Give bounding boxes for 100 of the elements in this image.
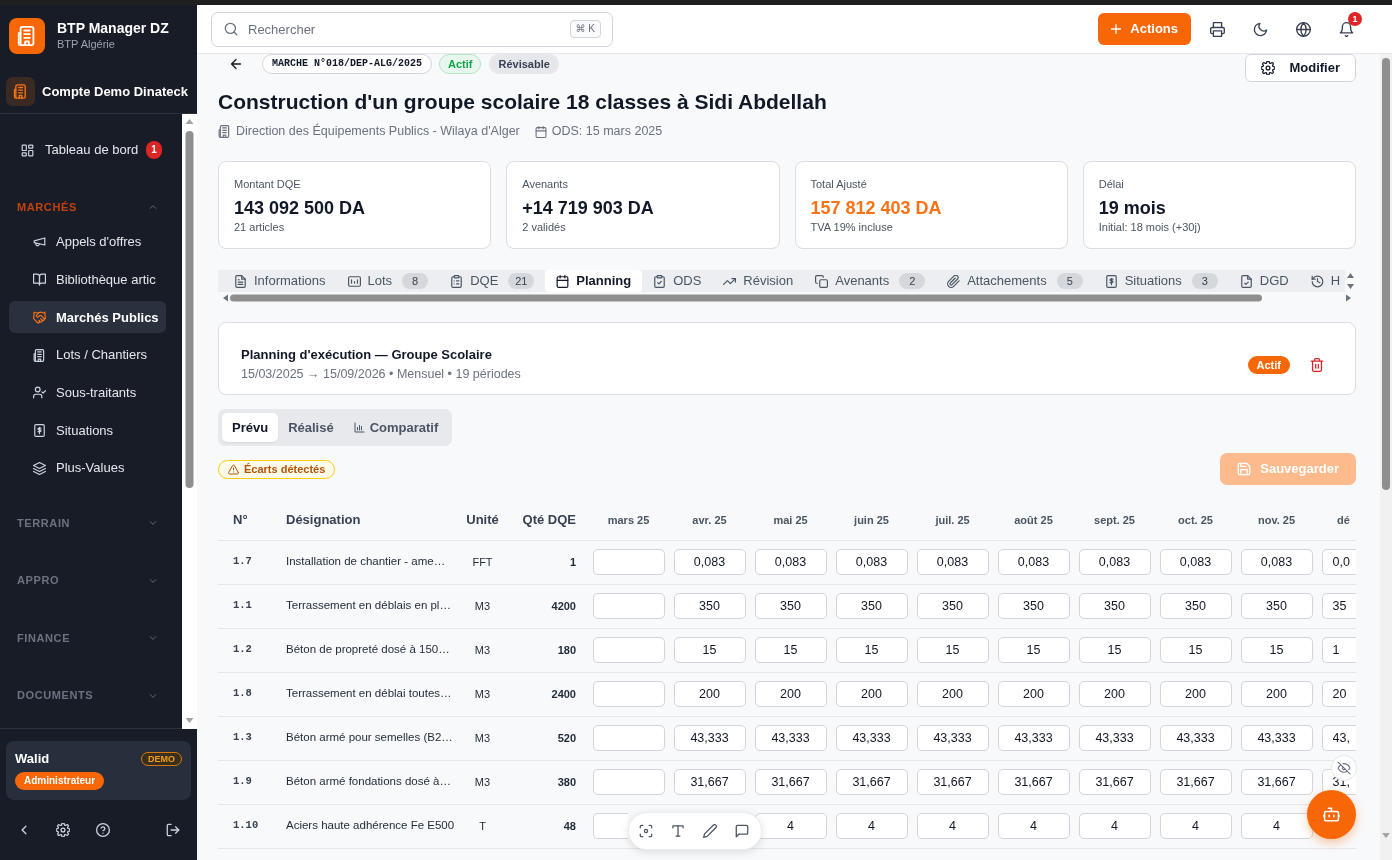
input-field[interactable]: 200 <box>835 681 908 707</box>
input-field[interactable]: 200 <box>754 681 827 707</box>
input-field[interactable]: 4 <box>1078 813 1151 839</box>
input-field[interactable]: 31,667 <box>1240 769 1313 795</box>
input-field[interactable]: 0,083 <box>1240 549 1313 575</box>
input-field[interactable]: 43,333 <box>1159 725 1232 751</box>
input-field[interactable]: 200 <box>916 681 989 707</box>
input-field[interactable]: 200 <box>673 681 746 707</box>
input-field[interactable]: 0,0 <box>1321 549 1356 575</box>
bell-icon[interactable] <box>1338 21 1354 37</box>
section-header[interactable]: DOCUMENTS <box>0 685 182 706</box>
assistant-button[interactable] <box>1307 790 1356 839</box>
tab[interactable]: Avenants 2 <box>804 270 937 292</box>
back-arrow-icon[interactable] <box>229 57 243 71</box>
input-field[interactable]: 4 <box>997 813 1070 839</box>
globe-icon[interactable] <box>1295 21 1311 37</box>
input-field[interactable]: 43,333 <box>997 725 1070 751</box>
input-field[interactable]: 4 <box>835 813 908 839</box>
input-field[interactable]: 200 <box>997 681 1070 707</box>
input-field[interactable]: 200 <box>1078 681 1151 707</box>
sidebar-item[interactable]: Appels d'offres <box>9 226 166 258</box>
input-field[interactable]: 15 <box>997 637 1070 663</box>
tab[interactable]: Révision <box>712 270 805 292</box>
select-icon[interactable] <box>639 824 653 838</box>
input-field[interactable]: 15 <box>835 637 908 663</box>
input-field[interactable]: 31,667 <box>835 769 908 795</box>
input-field[interactable]: 43,333 <box>673 725 746 751</box>
input-field[interactable]: 15 <box>1159 637 1232 663</box>
input-field[interactable]: 31,667 <box>754 769 827 795</box>
delete-icon[interactable] <box>1310 357 1324 372</box>
sidebar-item[interactable]: Plus-Values <box>9 452 166 485</box>
input-field[interactable] <box>592 593 665 619</box>
tab[interactable]: Lots 8 <box>336 270 440 292</box>
input-field[interactable]: 0,083 <box>997 549 1070 575</box>
input-field[interactable]: 15 <box>1240 637 1313 663</box>
input-field[interactable]: 20 <box>1321 681 1356 707</box>
sidebar-item[interactable]: Situations <box>9 414 166 447</box>
edit-button[interactable]: Modifier <box>1245 54 1356 82</box>
logout-icon[interactable] <box>166 823 180 837</box>
input-field[interactable]: 43,333 <box>835 725 908 751</box>
input-field[interactable]: 15 <box>916 637 989 663</box>
input-field[interactable] <box>592 769 665 795</box>
moon-icon[interactable] <box>1252 21 1268 37</box>
input-field[interactable]: 4 <box>1240 813 1313 839</box>
sidebar-item[interactable]: Marchés Publics <box>9 301 166 334</box>
view-tab[interactable]: Prévu <box>222 413 279 442</box>
input-field[interactable]: 0,083 <box>1159 549 1232 575</box>
view-tab[interactable]: Comparatif <box>343 413 449 442</box>
input-field[interactable]: 4 <box>1159 813 1232 839</box>
input-field[interactable]: 43, <box>1321 725 1356 751</box>
input-field[interactable]: 200 <box>1240 681 1313 707</box>
tab[interactable]: Situations 3 <box>1093 270 1229 292</box>
tab[interactable]: DGD <box>1228 270 1300 292</box>
input-field[interactable]: 43,333 <box>916 725 989 751</box>
tab[interactable]: Planning <box>545 270 643 292</box>
text-icon[interactable] <box>671 824 685 838</box>
input-field[interactable]: 350 <box>754 593 827 619</box>
sidebar-item[interactable]: Sous-traitants <box>9 376 166 409</box>
comment-icon[interactable] <box>735 824 749 838</box>
input-field[interactable]: 1 <box>1321 637 1356 663</box>
sidebar-item[interactable]: Lots / Chantiers <box>9 339 166 372</box>
input-field[interactable]: 350 <box>1240 593 1313 619</box>
scroll-arrows-icon[interactable] <box>1345 270 1356 292</box>
settings-icon[interactable] <box>56 823 70 837</box>
pencil-icon[interactable] <box>703 824 717 838</box>
input-field[interactable]: 0,083 <box>1078 549 1151 575</box>
input-field[interactable]: 350 <box>916 593 989 619</box>
input-field[interactable]: 31,667 <box>673 769 746 795</box>
input-field[interactable]: 43,333 <box>754 725 827 751</box>
input-field[interactable]: 43,333 <box>1240 725 1313 751</box>
tab[interactable]: DQE 21 <box>439 270 546 292</box>
input-field[interactable]: 350 <box>673 593 746 619</box>
tab[interactable]: Attachements 5 <box>936 270 1094 292</box>
input-field[interactable]: 31,667 <box>997 769 1070 795</box>
input-field[interactable] <box>592 549 665 575</box>
printer-icon[interactable] <box>1209 21 1225 37</box>
input-field[interactable] <box>592 637 665 663</box>
input-field[interactable]: 15 <box>754 637 827 663</box>
sidebar-item[interactable]: Bibliothèque artic <box>9 263 166 296</box>
input-field[interactable]: 350 <box>835 593 908 619</box>
section-header[interactable]: APPRO <box>0 570 182 591</box>
input-field[interactable]: 35 <box>1321 593 1356 619</box>
input-field[interactable]: 350 <box>1159 593 1232 619</box>
input-field[interactable]: 15 <box>673 637 746 663</box>
input-field[interactable]: 0,083 <box>916 549 989 575</box>
input-field[interactable]: 43,333 <box>1078 725 1151 751</box>
help-icon[interactable] <box>96 823 110 837</box>
input-field[interactable]: 350 <box>1078 593 1151 619</box>
input-field[interactable] <box>592 813 628 839</box>
input-field[interactable]: 4 <box>916 813 989 839</box>
scrollbar[interactable] <box>1380 54 1392 860</box>
input-field[interactable]: 200 <box>1159 681 1232 707</box>
input-field[interactable]: 0,083 <box>835 549 908 575</box>
input-field[interactable]: 31,667 <box>916 769 989 795</box>
scrollbar[interactable] <box>182 114 197 729</box>
sidebar-item[interactable]: Tableau de bord 1 <box>9 132 166 168</box>
input-field[interactable]: 31,667 <box>1159 769 1232 795</box>
section-header[interactable]: TERRAIN <box>0 513 182 534</box>
input-field[interactable] <box>592 725 665 751</box>
tab[interactable]: H <box>1299 270 1345 292</box>
